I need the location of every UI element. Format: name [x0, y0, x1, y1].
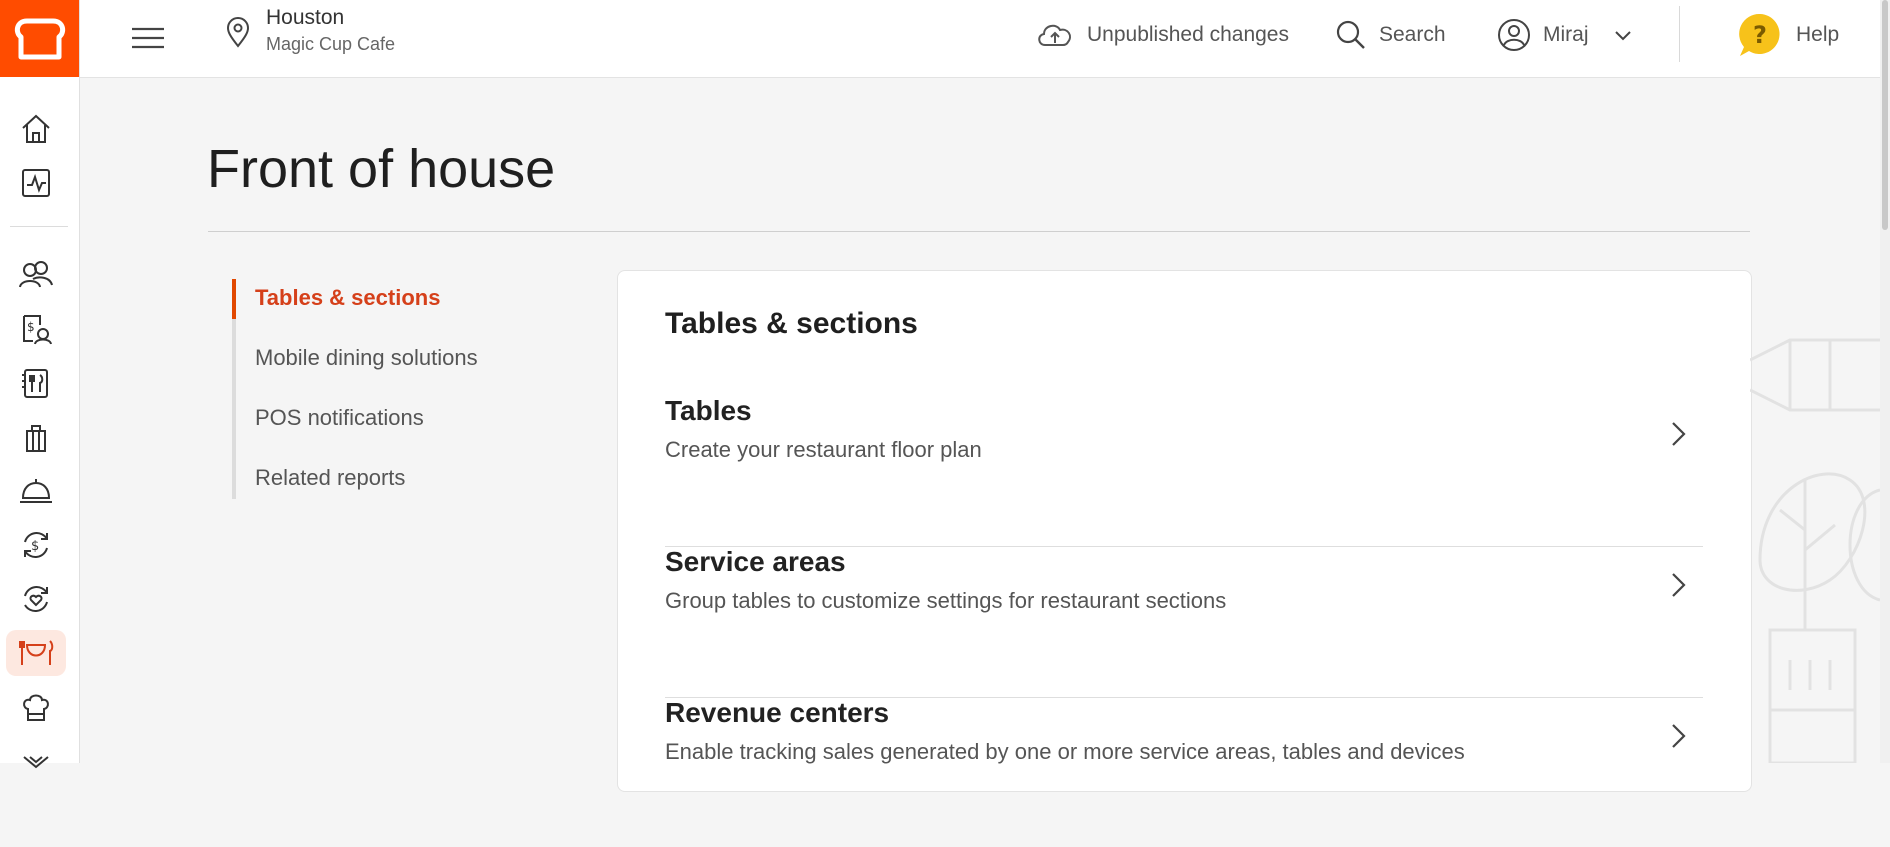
- row-description: Group tables to customize settings for r…: [665, 588, 1227, 613]
- location-restaurant[interactable]: Magic Cup Cafe: [266, 34, 395, 55]
- row-description: Create your restaurant floor plan: [665, 437, 982, 462]
- home-icon[interactable]: [6, 106, 66, 152]
- guests-icon[interactable]: [6, 252, 66, 298]
- search-button[interactable]: Search: [1335, 10, 1446, 60]
- payroll-icon[interactable]: $: [6, 306, 66, 352]
- page-scrollbar[interactable]: [1880, 0, 1890, 763]
- loyalty-icon[interactable]: [6, 576, 66, 622]
- chevron-down-icon: [1614, 31, 1631, 41]
- row-title: Tables: [665, 395, 752, 426]
- search-icon: [1336, 20, 1365, 49]
- section-nav-active-indicator: [232, 279, 236, 319]
- front-of-house-icon[interactable]: [6, 630, 66, 676]
- section-nav-tables-sections[interactable]: Tables & sections: [255, 285, 440, 311]
- chevron-right-icon: [1672, 573, 1686, 597]
- unpublished-changes-button[interactable]: Unpublished changes: [1035, 10, 1289, 60]
- activity-icon[interactable]: [6, 160, 66, 206]
- help-label: Help: [1796, 23, 1840, 46]
- section-nav-pos-notifications[interactable]: POS notifications: [255, 405, 424, 431]
- user-menu[interactable]: Miraj: [1497, 10, 1633, 60]
- title-divider: [208, 231, 1750, 232]
- user-name: Miraj: [1543, 23, 1589, 46]
- cloud-upload-icon: [1038, 24, 1071, 46]
- user-avatar-icon: [1498, 19, 1530, 51]
- settings-row-service-areas[interactable]: Service areas Group tables to customize …: [665, 546, 1703, 698]
- top-bar: Houston Magic Cup Cafe Unpublished chang…: [80, 0, 1890, 78]
- location-pin-icon[interactable]: [220, 14, 256, 50]
- toast-logo-icon: [14, 18, 65, 59]
- settings-card: Tables & sections Tables Create your res…: [617, 270, 1752, 792]
- topbar-divider: [1679, 6, 1680, 62]
- svg-text:$: $: [27, 320, 35, 334]
- settings-row-tables[interactable]: Tables Create your restaurant floor plan: [665, 395, 1703, 547]
- scrollbar-thumb[interactable]: [1882, 0, 1888, 230]
- gift-card-icon[interactable]: [6, 414, 66, 460]
- row-title: Service areas: [665, 546, 846, 577]
- card-title: Tables & sections: [665, 307, 918, 340]
- row-title: Revenue centers: [665, 697, 890, 728]
- hamburger-menu-icon[interactable]: [128, 18, 168, 58]
- more-icon[interactable]: [6, 738, 66, 784]
- chevron-right-icon: [1672, 422, 1686, 446]
- menus-icon[interactable]: [6, 360, 66, 406]
- service-bell-icon[interactable]: [6, 468, 66, 514]
- help-button[interactable]: ? Help: [1736, 10, 1839, 60]
- settings-row-revenue-centers[interactable]: Revenue centers Enable tracking sales ge…: [665, 697, 1703, 847]
- left-rail: $ $: [0, 0, 80, 769]
- section-nav-related-reports[interactable]: Related reports: [255, 465, 405, 491]
- section-nav-mobile-dining[interactable]: Mobile dining solutions: [255, 345, 478, 371]
- location-city[interactable]: Houston: [266, 6, 344, 30]
- unpublished-changes-label: Unpublished changes: [1087, 23, 1289, 46]
- help-question-icon: ?: [1739, 13, 1780, 56]
- row-description: Enable tracking sales generated by one o…: [665, 739, 1465, 764]
- currency-cycle-icon[interactable]: $: [6, 522, 66, 568]
- svg-text:$: $: [31, 539, 39, 554]
- kitchen-chef-icon[interactable]: [6, 684, 66, 730]
- toast-logo[interactable]: [0, 0, 79, 77]
- search-label: Search: [1379, 23, 1446, 46]
- decorative-illustration-icon: [1750, 338, 1880, 763]
- page-title: Front of house: [207, 139, 556, 199]
- svg-text:?: ?: [1753, 21, 1767, 49]
- chevron-right-icon: [1672, 724, 1686, 748]
